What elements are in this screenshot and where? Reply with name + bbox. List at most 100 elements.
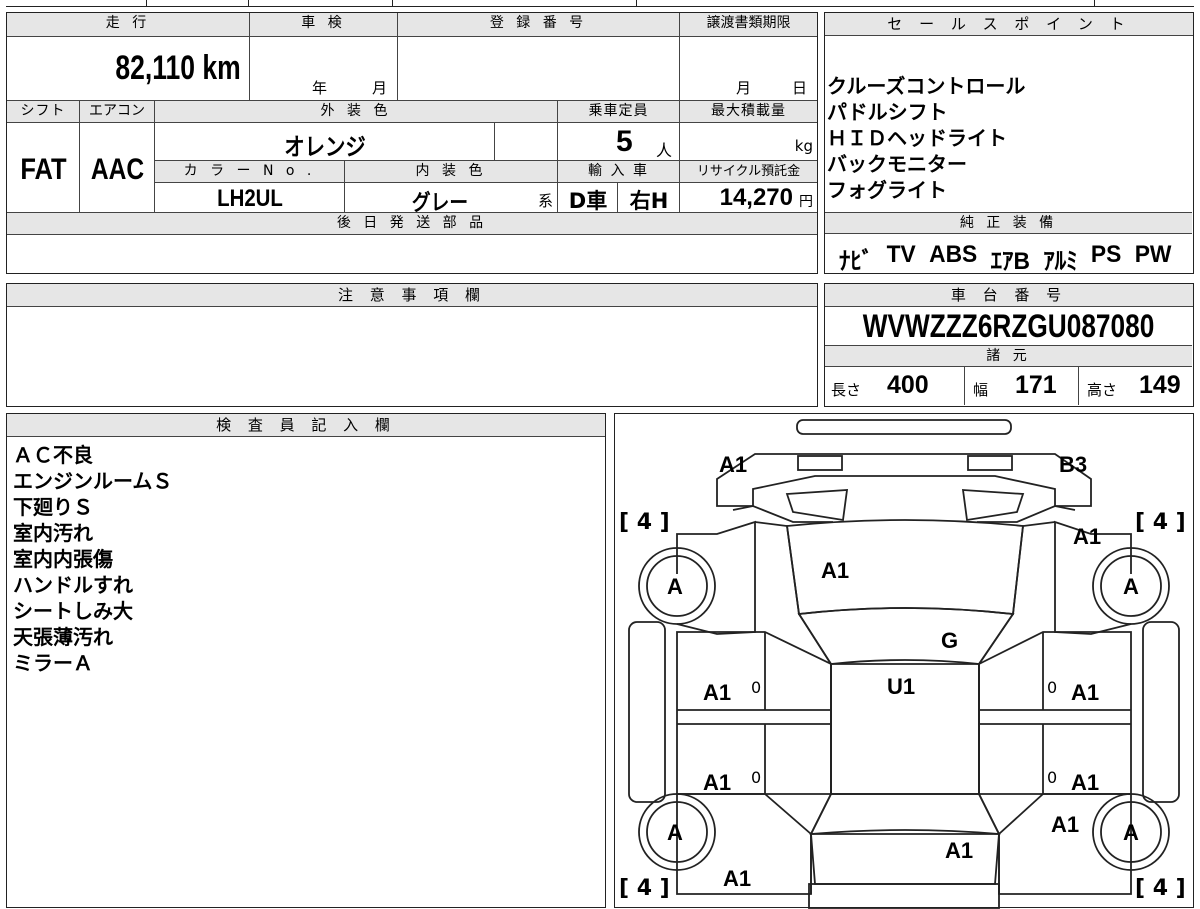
equipment-item: ﾅﾋﾞ (839, 248, 874, 275)
mileage-value: 82,110 km (115, 49, 241, 87)
tire-depth-rl: [ 4 ] (619, 876, 670, 901)
exterior-color-label: 外 装 色 (155, 101, 558, 123)
genuine-equipment-label: 純 正 装 備 (825, 212, 1192, 234)
damage-roof: U1 (887, 674, 916, 699)
import-car-cell: D車 (558, 183, 618, 213)
inspector-notes-list: ＡＣ不良 エンジンルームＳ 下廻りＳ 室内汚れ 室内内張傷 ハンドルすれ シート… (13, 442, 172, 676)
color-no-value-cell: LH2UL (155, 183, 345, 213)
mark-door-fl: 0 (751, 678, 762, 697)
exterior-color-value-cell: オレンジ (155, 123, 495, 161)
exterior-color-extra-cell (495, 123, 558, 161)
capacity-value: 5 (616, 125, 633, 158)
person-unit: 人 (656, 141, 673, 160)
inspector-note: エンジンルームＳ (13, 469, 173, 493)
inspector-note: ＡＣ不良 (13, 443, 93, 467)
damage-trunk: A1 (945, 838, 974, 863)
damage-fender-right: A1 (1073, 524, 1102, 549)
shift-value: FAT (20, 153, 67, 186)
shaken-value-cell: 年 月 (250, 37, 398, 101)
interior-color-label: 内 装 色 (345, 161, 558, 183)
tire-depth-rr: [ 4 ] (1135, 876, 1186, 901)
damage-front-left: A1 (719, 452, 748, 477)
equipment-item: TV (886, 241, 916, 268)
length-value: 400 (887, 371, 929, 399)
sales-points-header: セ ー ル ス ポ イ ン ト (825, 13, 1193, 36)
interior-color-value-cell: グレー 系 (345, 183, 558, 216)
height-label: 高さ (1087, 381, 1118, 399)
inspector-note: ミラーＡ (13, 651, 93, 675)
year-unit: 年 (312, 79, 328, 97)
width-value: 171 (1015, 371, 1057, 399)
kei-unit: 系 (537, 192, 553, 210)
chassis-header: 車 台 番 号 (825, 284, 1193, 307)
damage-door-rr: A1 (1071, 770, 1100, 795)
damage-windshield: G (941, 628, 959, 653)
wheel-rl: A (667, 820, 683, 845)
max-load-label: 最大積載量 (680, 101, 817, 123)
length-label: 長さ (831, 381, 862, 399)
damage-quarter-rr: A1 (1051, 812, 1080, 837)
inspector-panel: 検 査 員 記 入 欄 ＡＣ不良 エンジンルームＳ 下廻りＳ 室内汚れ 室内内張… (6, 413, 606, 908)
equipment-item: ｴｱB (990, 248, 1030, 275)
sales-points-list: クルーズコントロール パドルシフト ＨＩＤヘッドライト バックモニター フォグラ… (827, 73, 1187, 203)
shift-value-cell: FAT (7, 123, 80, 213)
notes-panel: 注 意 事 項 欄 (6, 283, 818, 407)
specs-label: 諸 元 (825, 345, 1192, 367)
inspector-header: 検 査 員 記 入 欄 (7, 414, 605, 437)
deadline-month-unit: 月 (736, 79, 752, 97)
mark-door-fr: 0 (1047, 678, 1058, 697)
height-cell: 高さ 149 (1079, 367, 1192, 405)
recycle-value: 14,270 (719, 184, 793, 211)
transfer-deadline-value-cell: 月 日 (680, 37, 817, 101)
damage-door-fl: A1 (703, 680, 732, 705)
wheel-fr: A (1123, 574, 1139, 599)
top-edge (6, 0, 1194, 7)
wheel-rr: A (1123, 820, 1139, 845)
registration-value-cell (398, 37, 680, 101)
recycle-label: リサイクル預託金 (680, 161, 817, 183)
height-value: 149 (1139, 371, 1181, 399)
width-label: 幅 (973, 381, 989, 399)
inspector-note: ハンドルすれ (13, 573, 133, 597)
mark-door-rr: 0 (1047, 768, 1058, 787)
registration-label: 登 録 番 号 (398, 13, 680, 37)
damage-door-fr: A1 (1071, 680, 1100, 705)
damage-rear-left: A1 (723, 866, 752, 891)
inspector-note: 下廻りＳ (13, 495, 93, 519)
damage-front-right: B3 (1059, 452, 1088, 477)
damage-hood: A1 (821, 558, 850, 583)
aircon-value: AAC (90, 153, 145, 186)
shift-label: シフト (7, 101, 80, 123)
car-diagram (628, 419, 1180, 909)
recycle-value-cell: 14,270 円 (680, 183, 817, 213)
inspector-note: シートしみ大 (13, 599, 133, 623)
aircon-value-cell: AAC (80, 123, 155, 213)
inspector-note: 天張薄汚れ (13, 625, 113, 649)
later-parts-label: 後 日 発 送 部 品 (7, 213, 817, 235)
steering-cell: 右H (618, 183, 680, 213)
chassis-number: WVWZZZ6RZGU087080 (862, 308, 1155, 344)
capacity-value-cell: 5 人 (558, 123, 680, 161)
aircon-label: エアコン (80, 101, 155, 123)
sales-point-item: ＨＩＤヘッドライト (827, 126, 1007, 150)
shaken-label: 車 検 (250, 13, 398, 37)
import-label: 輸 入 車 (558, 161, 680, 183)
max-load-value-cell: kg (680, 123, 817, 161)
equipment-item: PS (1090, 241, 1122, 268)
damage-door-rl: A1 (703, 770, 732, 795)
equipment-item: PW (1134, 241, 1172, 268)
car-diagram-panel: A1 B3 [ 4 ] [ 4 ] A1 A1 A A G U1 A1 0 0 … (614, 413, 1194, 909)
sales-points-panel: セ ー ル ス ポ イ ン ト クルーズコントロール パドルシフト ＨＩＤヘッド… (824, 12, 1194, 275)
color-no-label: カ ラ ー N o . (155, 161, 345, 183)
import-car-value: D車 (568, 189, 608, 213)
tire-depth-fr: [ 4 ] (1135, 510, 1186, 535)
exterior-color-value: オレンジ (284, 133, 366, 161)
color-no-value: LH2UL (217, 185, 283, 212)
vehicle-info-table: 走 行 車 検 登 録 番 号 譲渡書類期限 82,110 km 年 月 月 日… (6, 12, 818, 274)
equipment-item: ｱﾙﾐ (1043, 248, 1078, 275)
month-unit: 月 (372, 79, 388, 97)
sales-point-item: クルーズコントロール (827, 74, 1026, 98)
sales-point-item: パドルシフト (827, 100, 948, 124)
mark-door-rl: 0 (751, 768, 762, 787)
sales-point-item: フォグライト (827, 178, 947, 202)
